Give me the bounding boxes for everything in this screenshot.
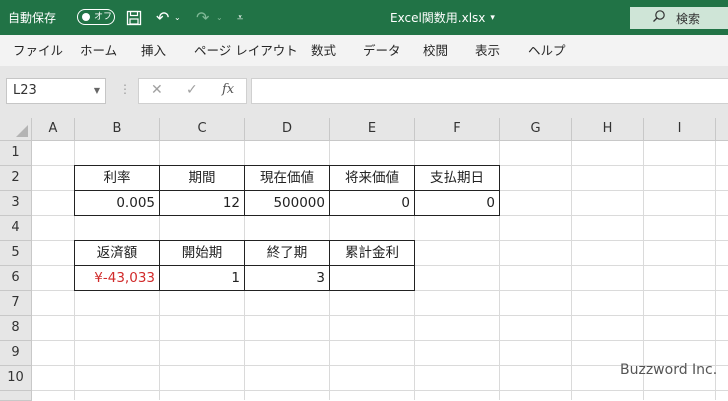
formula-input[interactable] [251,78,728,104]
cell-b6[interactable]: ¥-43,033 [75,266,159,290]
select-all-button[interactable] [0,118,32,141]
table2-divider [159,240,160,291]
cell-c6[interactable]: 1 [160,266,244,290]
column-header-d[interactable]: D [245,118,330,141]
watermark: Buzzword Inc. [620,362,718,378]
table1-divider [414,165,415,216]
cell-b2[interactable]: 利率 [75,166,159,190]
tab-help[interactable]: ヘルプ [528,35,566,66]
file-name-text: Excel関数用.xlsx [390,11,486,25]
enter-icon[interactable]: ✓ [186,82,198,98]
row-header-5[interactable]: 5 [0,241,32,266]
file-name: Excel関数用.xlsx ▾ [390,0,495,35]
autosave-label: 自動保存 [8,11,57,25]
save-icon[interactable] [126,0,142,35]
table2-divider [244,240,245,291]
column-header-j[interactable] [716,118,728,141]
column-header-e[interactable]: E [330,118,415,141]
cell-e3[interactable]: 0 [330,191,414,215]
cell-b3[interactable]: 0.005 [75,191,159,215]
cell-c5[interactable]: 開始期 [160,241,244,265]
table1-divider [329,165,330,216]
tab-data[interactable]: データ [363,35,401,66]
name-box[interactable]: L23 ▼ [6,78,106,104]
column-header-b[interactable]: B [75,118,160,141]
undo-dropdown-icon[interactable]: ⌄ [174,0,181,35]
tab-insert[interactable]: 挿入 [141,35,166,66]
tab-page-layout[interactable]: ページ レイアウト [194,35,298,66]
cell-b5[interactable]: 返済額 [75,241,159,265]
cell-d3[interactable]: 500000 [245,191,329,215]
cell-d6[interactable]: 3 [245,266,329,290]
column-header-a[interactable]: A [32,118,75,141]
cell-e5[interactable]: 累計金利 [330,241,414,265]
table1-divider [159,165,160,216]
column-header-f[interactable]: F [415,118,500,141]
tab-review[interactable]: 校閲 [423,35,448,66]
row-header-10[interactable]: 10 [0,366,32,391]
ribbon-tabs: ファイル ホーム 挿入 ページ レイアウト 数式 データ 校閲 表示 ヘルプ [0,35,728,66]
search-box[interactable]: 検索 [630,7,728,29]
autosave-toggle[interactable]: オフ [77,9,115,25]
cell-e2[interactable]: 将来価値 [330,166,414,190]
formula-buttons: ✕ ✓ fx [138,78,247,104]
cell-e6[interactable] [330,266,414,290]
table1-rule [74,190,500,191]
row-header-1[interactable]: 1 [0,141,32,166]
table2-divider [329,240,330,291]
row-header-4[interactable]: 4 [0,216,32,241]
cell-c3[interactable]: 12 [160,191,244,215]
search-label: 検索 [676,11,701,26]
table1-divider [244,165,245,216]
toggle-knob [82,13,90,21]
undo-icon[interactable]: ↶ [156,0,169,35]
chevron-down-icon[interactable]: ▼ [94,79,100,103]
redo-icon[interactable]: ↷ [196,0,209,35]
row-header-6[interactable]: 6 [0,266,32,291]
insert-function-icon[interactable]: fx [222,82,234,97]
name-box-value: L23 [13,83,37,98]
autosave-state: オフ [94,12,113,22]
column-header-i[interactable]: I [644,118,716,141]
column-header-c[interactable]: C [160,118,245,141]
tab-home[interactable]: ホーム [80,35,117,66]
tab-file[interactable]: ファイル [13,35,63,66]
row-header-2[interactable]: 2 [0,166,32,191]
select-all-triangle-icon [16,125,28,137]
row-header-3[interactable]: 3 [0,191,32,216]
tab-view[interactable]: 表示 [475,35,500,66]
tab-formulas[interactable]: 数式 [311,35,336,66]
cancel-icon[interactable]: ✕ [151,82,163,98]
more-options-icon[interactable]: ⋮ [119,82,131,96]
chevron-down-icon[interactable]: ▾ [490,13,495,23]
row-header-8[interactable]: 8 [0,316,32,341]
row-header-7[interactable]: 7 [0,291,32,316]
search-icon [652,9,666,27]
column-header-h[interactable]: H [572,118,644,141]
cell-f3[interactable]: 0 [415,191,499,215]
formula-bar: L23 ▼ ⋮ ✕ ✓ fx [0,66,728,118]
cell-c2[interactable]: 期間 [160,166,244,190]
title-bar: 自動保存 オフ ↶ ⌄ ↷ ⌄ ⩡ Excel関数用.xlsx ▾ 検索 [0,0,728,35]
cell-d5[interactable]: 終了期 [245,241,329,265]
cell-f2[interactable]: 支払期日 [415,166,499,190]
customize-qat-icon[interactable]: ⩡ [237,0,243,35]
row-header-9[interactable]: 9 [0,341,32,366]
cell-d2[interactable]: 現在価値 [245,166,329,190]
column-header-g[interactable]: G [500,118,572,141]
redo-dropdown-icon[interactable]: ⌄ [216,0,223,35]
